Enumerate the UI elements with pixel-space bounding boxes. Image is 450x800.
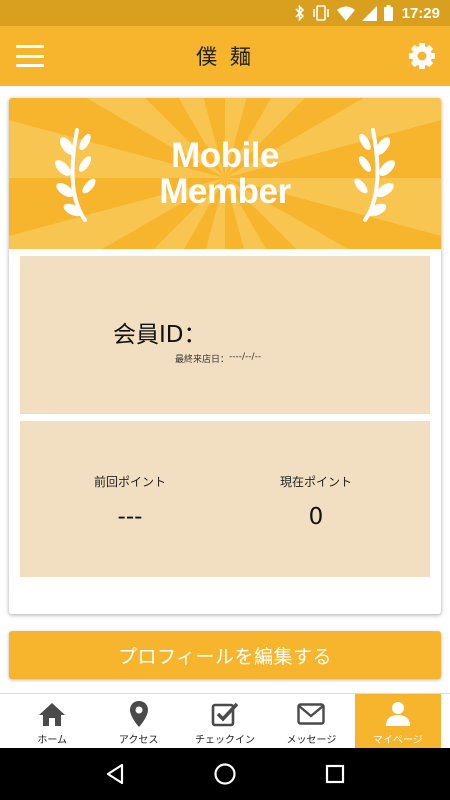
system-nav-bar xyxy=(0,748,450,800)
status-bar: 17:29 xyxy=(0,0,450,26)
banner-title: Mobile Member xyxy=(9,138,441,210)
tab-messages-label: メッセージ xyxy=(286,735,337,746)
tab-home-label: ホーム xyxy=(37,735,68,746)
app-bar: 僕 麺 xyxy=(0,26,450,86)
last-visit-label: 最終来店日： xyxy=(175,355,230,365)
tab-access[interactable]: アクセス xyxy=(95,694,181,748)
tab-checkin[interactable]: チェックイン xyxy=(182,694,268,748)
checkbox-icon xyxy=(210,700,240,728)
home-circle-icon[interactable] xyxy=(211,760,239,788)
battery-icon xyxy=(383,4,393,22)
member-card: Mobile Member 会員ID： 最終来店日： ----/--/-- 前回… xyxy=(9,98,441,614)
tab-mypage[interactable]: マイページ xyxy=(354,694,442,748)
current-points-label: 現在ポイント xyxy=(279,475,352,489)
vibrate-icon xyxy=(312,4,330,22)
signal-icon xyxy=(361,4,377,22)
member-id-label: 会員ID： xyxy=(113,322,207,348)
envelope-icon xyxy=(296,700,326,728)
back-icon[interactable] xyxy=(101,760,129,788)
previous-points-value: --- xyxy=(117,504,143,530)
tab-messages[interactable]: メッセージ xyxy=(268,694,354,748)
recents-icon[interactable] xyxy=(321,760,349,788)
hamburger-menu-icon[interactable] xyxy=(14,42,46,70)
current-points-value: 0 xyxy=(308,504,324,530)
mobile-member-banner: Mobile Member xyxy=(9,98,441,249)
tab-home[interactable]: ホーム xyxy=(9,694,95,748)
points-panel: 前回ポイント --- 現在ポイント 0 xyxy=(20,421,430,577)
app-title: 僕 麺 xyxy=(196,45,254,69)
wifi-icon xyxy=(336,4,355,22)
tab-checkin-label: チェックイン xyxy=(195,735,256,746)
gear-icon[interactable] xyxy=(406,40,438,72)
last-visit-value: ----/--/-- xyxy=(229,352,262,362)
tab-mypage-label: マイページ xyxy=(372,735,423,746)
banner-title-line2: Member xyxy=(159,172,291,211)
tab-access-label: アクセス xyxy=(118,735,159,746)
bottom-tab-bar: ホーム アクセス チェックイン メッセージ マイページ xyxy=(0,693,450,748)
member-info-panel: 会員ID： 最終来店日： ----/--/-- xyxy=(20,256,430,414)
status-time: 17:29 xyxy=(401,4,440,22)
member-id-row: 会員ID： xyxy=(113,315,207,349)
map-pin-icon xyxy=(124,700,154,728)
user-icon xyxy=(383,700,413,728)
banner-title-line1: Mobile xyxy=(171,136,279,175)
home-icon xyxy=(37,700,67,728)
previous-points: 前回ポイント --- xyxy=(50,473,210,530)
edit-profile-button[interactable]: プロフィールを編集する xyxy=(9,631,441,679)
current-points: 現在ポイント 0 xyxy=(236,473,396,530)
previous-points-label: 前回ポイント xyxy=(93,475,166,489)
last-visit-row: 最終来店日： ----/--/-- xyxy=(175,352,261,365)
bluetooth-icon xyxy=(295,4,305,22)
